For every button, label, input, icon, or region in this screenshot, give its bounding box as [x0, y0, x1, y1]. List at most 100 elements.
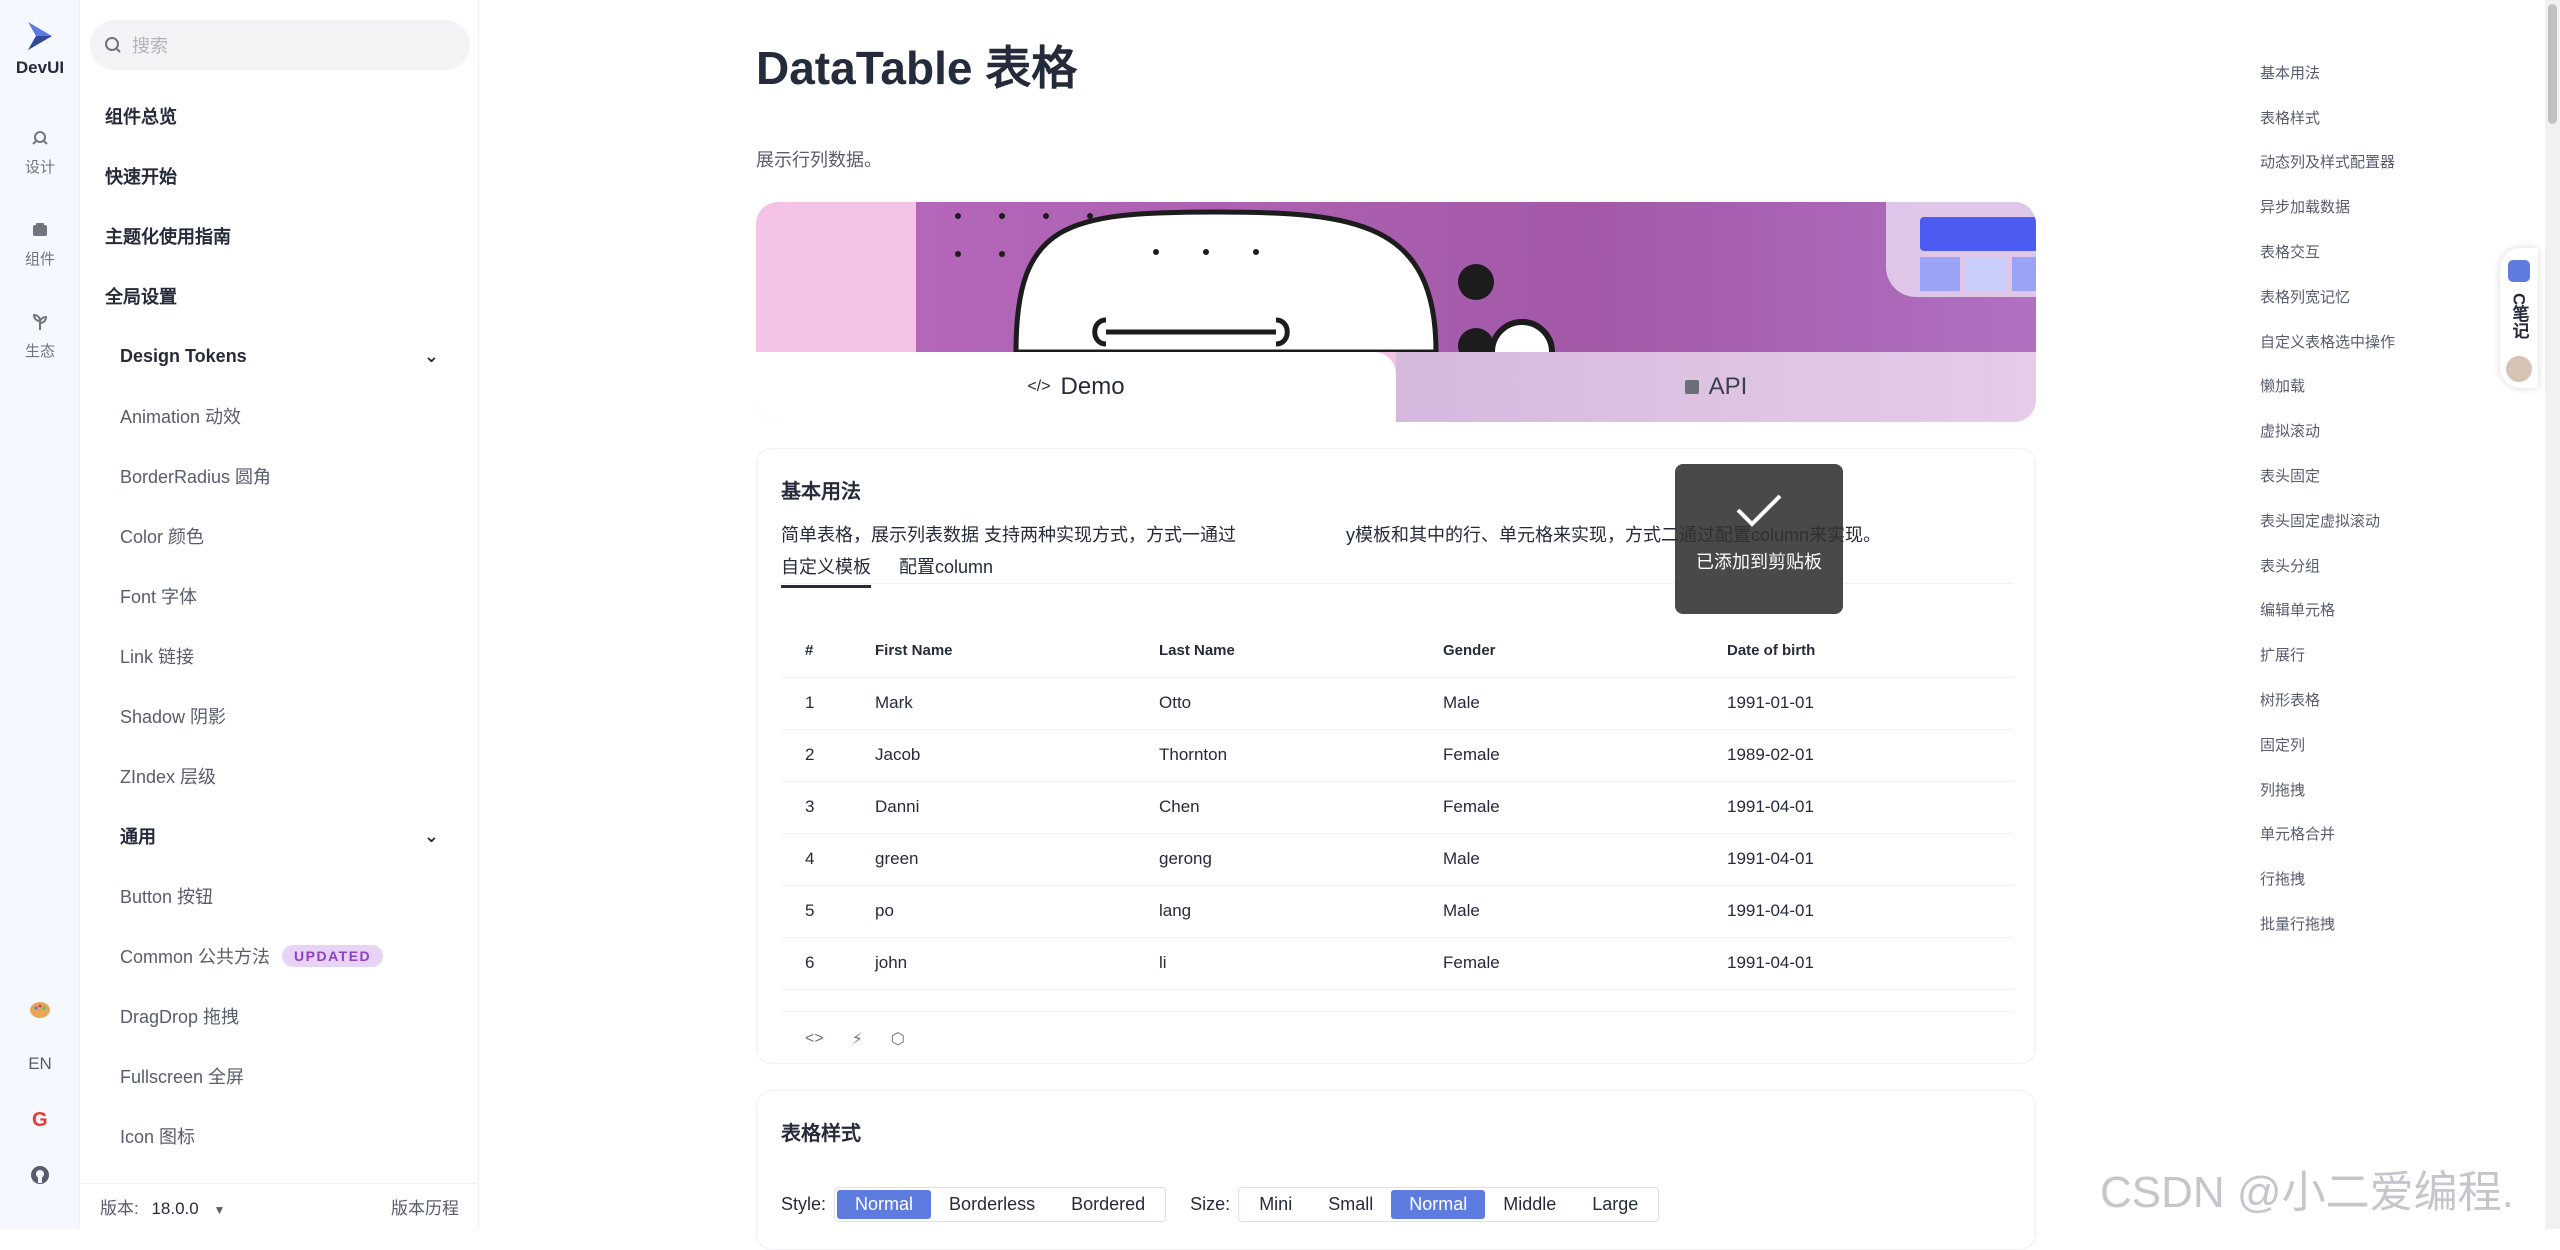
nav-item[interactable]: Link 链接	[80, 626, 479, 686]
nav-item[interactable]: Animation 动效	[80, 386, 479, 446]
table-row[interactable]: 4 green gerong Male 1991-04-01	[781, 833, 2013, 886]
page-scrollbar[interactable]	[2545, 0, 2560, 1229]
table-row[interactable]: 1 Mark Otto Male 1991-01-01	[781, 677, 2013, 730]
code-icon: </>	[1027, 378, 1051, 395]
anchor-link[interactable]: 表格列宽记忆	[2260, 274, 2530, 319]
floating-note-widget[interactable]: C笔记	[2500, 248, 2538, 388]
nav-item[interactable]: 快速开始	[80, 146, 479, 206]
column-header[interactable]: Gender	[1443, 625, 1727, 678]
rail-item-ecosystem[interactable]: 生态	[0, 312, 80, 361]
nav-item[interactable]: 通用 ⌄	[80, 806, 479, 866]
anchor-link[interactable]: 批量行拖拽	[2260, 901, 2530, 946]
scrollbar-thumb[interactable]	[2548, 4, 2557, 124]
rail-item-design[interactable]: 设计	[0, 128, 80, 177]
component-icon	[33, 223, 47, 236]
github-button[interactable]	[0, 1164, 80, 1191]
nav-item[interactable]: 全局设置	[80, 266, 479, 326]
nav-item-label: ZIndex 层级	[120, 767, 217, 787]
table-row[interactable]: 6 john li Female 1991-04-01	[781, 937, 2013, 990]
table-row[interactable]: 5 po lang Male 1991-04-01	[781, 885, 2013, 938]
table-header-row: # First Name Last Name Gender Date of bi…	[781, 625, 2013, 678]
size-option[interactable]: Small	[1310, 1190, 1391, 1219]
anchor-link[interactable]: 表格样式	[2260, 95, 2530, 140]
nav-sidebar: 搜索 组件总览快速开始主题化使用指南 全局设置 Design Tokens ⌄ Anim…	[80, 0, 479, 1229]
column-header[interactable]: #	[781, 625, 875, 678]
view-code-icon[interactable]: <>	[805, 1030, 824, 1048]
table-style-card: 表格样式 Style: Normal Borderless Bordered Siz…	[756, 1090, 2036, 1250]
anchor-link[interactable]: 动态列及样式配置器	[2260, 140, 2530, 185]
anchor-link[interactable]: 表头分组	[2260, 543, 2530, 588]
anchor-link[interactable]: 扩展行	[2260, 632, 2530, 677]
anchor-link[interactable]: 表头固定虚拟滚动	[2260, 498, 2530, 543]
nav-item[interactable]: Common 公共方法 UPDATED	[80, 926, 479, 986]
rail-item-component[interactable]: 组件	[0, 220, 80, 269]
size-option[interactable]: Mini	[1241, 1190, 1310, 1219]
nav-item[interactable]: BorderRadius 圆角	[80, 446, 479, 506]
table-cell: 1991-04-01	[1727, 781, 2013, 834]
anchor-link[interactable]: 虚拟滚动	[2260, 408, 2530, 453]
chevron-down-icon[interactable]: ⌄	[424, 826, 439, 847]
nav-item[interactable]: Color 颜色	[80, 506, 479, 566]
nav-item[interactable]: DragDrop 拖拽	[80, 986, 479, 1046]
copied-toast: 已添加到剪贴板	[1675, 464, 1843, 614]
table-cell: Danni	[875, 781, 1159, 834]
google-button[interactable]: G	[0, 1108, 80, 1135]
anchor-link[interactable]: 固定列	[2260, 722, 2530, 767]
anchor-link[interactable]: 列拖拽	[2260, 767, 2530, 812]
anchor-link[interactable]: 自定义表格选中操作	[2260, 319, 2530, 364]
column-header[interactable]: Date of birth	[1727, 625, 2013, 678]
nav-item[interactable]: Design Tokens ⌄	[80, 326, 479, 386]
table-row[interactable]: 3 Danni Chen Female 1991-04-01	[781, 781, 2013, 834]
size-option[interactable]: Middle	[1485, 1190, 1574, 1219]
nav-item[interactable]: Button 按钮	[80, 866, 479, 926]
anchor-link[interactable]: 树形表格	[2260, 677, 2530, 722]
nav-item-label: 组件总览	[105, 107, 177, 127]
rail-label-ecosystem: 生态	[24, 343, 55, 360]
tab-api[interactable]: API	[1396, 352, 2036, 422]
version-history-link[interactable]: 版本历程	[391, 1194, 459, 1219]
size-option[interactable]: Large	[1574, 1190, 1656, 1219]
tab-demo[interactable]: </> Demo	[756, 352, 1396, 422]
theme-palette-button[interactable]	[0, 998, 80, 1027]
anchor-link[interactable]: 表头固定	[2260, 453, 2530, 498]
size-option[interactable]: Normal	[1391, 1190, 1486, 1219]
nav-item[interactable]: Fullscreen 全屏	[80, 1046, 479, 1106]
anchor-link[interactable]: 行拖拽	[2260, 856, 2530, 901]
anchor-link[interactable]: 单元格合并	[2260, 812, 2530, 857]
nav-item-label: 快速开始	[105, 167, 177, 187]
anchor-link[interactable]: 基本用法	[2260, 50, 2530, 95]
nav-item[interactable]: 主题化使用指南	[80, 206, 479, 266]
chevron-down-icon[interactable]: ⌄	[424, 346, 439, 367]
stackblitz-icon[interactable]: ⚡	[852, 1029, 863, 1049]
column-header[interactable]: Last Name	[1159, 625, 1443, 678]
anchor-link[interactable]: 编辑单元格	[2260, 588, 2530, 633]
anchor-link[interactable]: 懒加载	[2260, 364, 2530, 409]
devui-logo[interactable]: DevUI	[0, 18, 80, 78]
style-option[interactable]: Borderless	[931, 1190, 1053, 1219]
nav-item[interactable]: ZIndex 层级	[80, 746, 479, 806]
table-cell: Female	[1443, 937, 1727, 990]
avatar	[2504, 354, 2534, 384]
version-label: 版本:	[100, 1199, 139, 1218]
anchor-link[interactable]: 异步加载数据	[2260, 184, 2530, 229]
nav-item-label: Color 颜色	[120, 527, 205, 547]
nav-item[interactable]: Shadow 阴影	[80, 686, 479, 746]
nav-item[interactable]: 组件总览	[80, 86, 479, 146]
table-row[interactable]: 2 Jacob Thornton Female 1989-02-01	[781, 729, 2013, 782]
style-option[interactable]: Bordered	[1053, 1190, 1163, 1219]
column-header[interactable]: First Name	[875, 625, 1159, 678]
language-switch[interactable]: EN	[0, 1054, 80, 1074]
codesandbox-icon[interactable]: ⬡	[891, 1029, 905, 1049]
nav-item[interactable]: Icon 图标	[80, 1106, 479, 1166]
version-selector[interactable]: 版本: 18.0.0 ▼	[100, 1194, 225, 1219]
nav-item-label: Common 公共方法	[120, 947, 271, 967]
anchor-link[interactable]: 表格交互	[2260, 229, 2530, 274]
nav-item[interactable]: Font 字体	[80, 566, 479, 626]
table-cell: Female	[1443, 781, 1727, 834]
banner-art-icon	[955, 209, 1555, 385]
table-cell: li	[1159, 937, 1443, 990]
github-icon	[31, 1166, 49, 1184]
search-box[interactable]: 搜索	[90, 20, 470, 70]
rail-label-component: 组件	[24, 251, 55, 268]
style-option[interactable]: Normal	[837, 1190, 932, 1219]
